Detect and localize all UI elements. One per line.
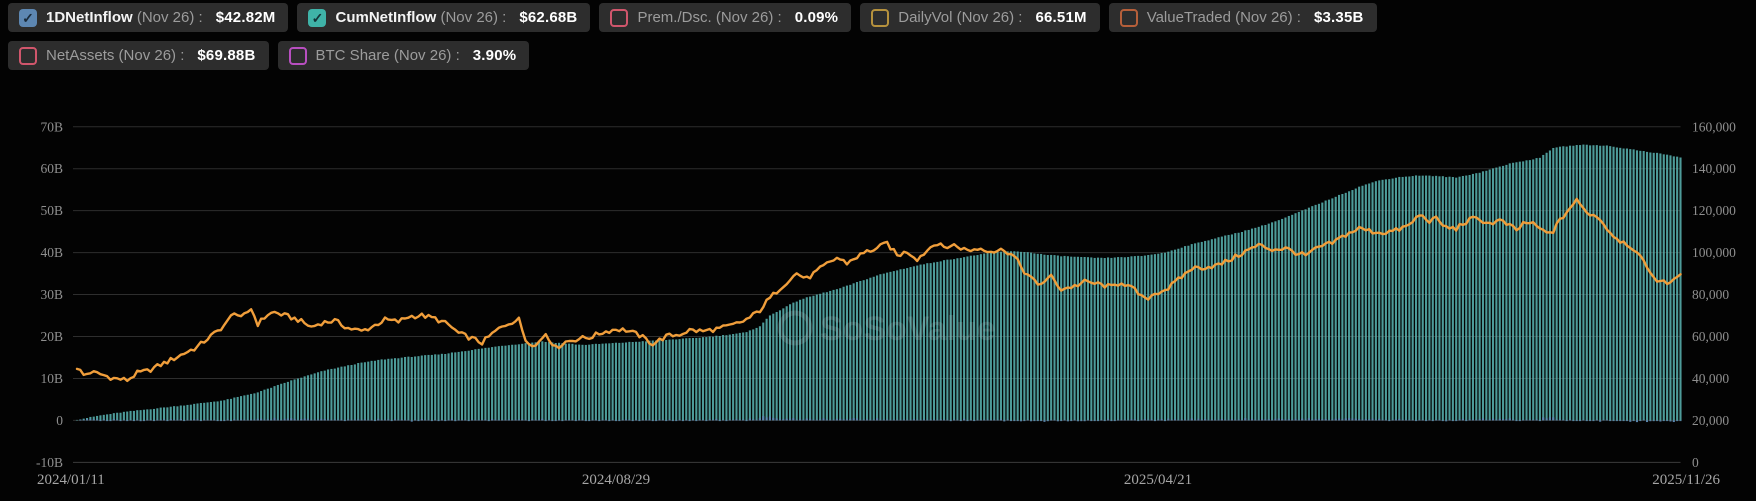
legend-label: NetAssets (Nov 26) :	[46, 47, 184, 64]
y-axis-left-label: 0	[56, 413, 63, 428]
y-axis-left-label: 70B	[40, 119, 63, 134]
y-axis-left-label: 50B	[40, 203, 63, 218]
y-axis-left-label: 20B	[40, 329, 63, 344]
watermark: SoSoValue	[780, 310, 996, 348]
y-axis-right-label: 100,000	[1692, 245, 1736, 260]
svg-text:SoSoValue: SoSoValue	[820, 310, 996, 348]
y-axis-right-label: 20,000	[1692, 413, 1729, 428]
series-name: BTC Share	[316, 47, 390, 64]
legend-row-2: NetAssets (Nov 26) : $69.88B BTC Share (No…	[8, 41, 1377, 70]
y-axis-left-label: -10B	[36, 455, 63, 470]
y-axis-left-label: 40B	[40, 245, 63, 260]
x-axis-date-label: 2024/01/11	[37, 472, 105, 488]
series-value: 0.09%	[795, 9, 839, 26]
y-axis-right-label: 120,000	[1692, 203, 1736, 218]
checkbox-btc-share-unchecked[interactable]	[289, 47, 307, 65]
series-value: $3.35B	[1314, 9, 1364, 26]
legend-bar: ✓ 1DNetInflow (Nov 26) : $42.82M ✓ CumNetInf…	[8, 3, 1377, 79]
series-value: 3.90%	[473, 47, 517, 64]
series-name: Prem./Dsc.	[637, 9, 711, 26]
series-name: NetAssets	[46, 47, 114, 64]
y-axis-right-label: 140,000	[1692, 161, 1736, 176]
checkbox-1d-net-inflow-checked[interactable]: ✓	[19, 9, 37, 27]
y-axis-left-label: 30B	[40, 287, 63, 302]
cum-net-inflow-bars	[76, 145, 1682, 421]
legend-chip-1d-net-inflow[interactable]: ✓ 1DNetInflow (Nov 26) : $42.82M	[8, 3, 288, 32]
series-name: ValueTraded	[1147, 9, 1231, 26]
x-axis-date-label: 2025/11/26	[1652, 472, 1720, 488]
checkbox-prem-dsc-unchecked[interactable]	[610, 9, 628, 27]
y-axis-right-label: 80,000	[1692, 287, 1729, 302]
series-value: 66.51M	[1035, 9, 1086, 26]
series-name: CumNetInflow	[335, 9, 436, 26]
series-value: $69.88B	[197, 47, 255, 64]
y-axis-right-label: 160,000	[1692, 119, 1736, 134]
legend-chip-cum-net-inflow[interactable]: ✓ CumNetInflow (Nov 26) : $62.68B	[297, 3, 590, 32]
series-value: $42.82M	[216, 9, 276, 26]
y-axis-right-label: 0	[1692, 455, 1699, 470]
legend-label: 1DNetInflow (Nov 26) :	[46, 9, 203, 26]
legend-label: CumNetInflow (Nov 26) :	[335, 9, 506, 26]
legend-label: BTC Share (Nov 26) :	[316, 47, 460, 64]
checkbox-daily-vol-unchecked[interactable]	[871, 9, 889, 27]
legend-chip-daily-vol[interactable]: DailyVol (Nov 26) : 66.51M	[860, 3, 1099, 32]
checkbox-net-assets-unchecked[interactable]	[19, 47, 37, 65]
legend-chip-net-assets[interactable]: NetAssets (Nov 26) : $69.88B	[8, 41, 269, 70]
series-name: DailyVol	[898, 9, 952, 26]
y-axis-right-label: 60,000	[1692, 329, 1729, 344]
x-axis-date-label: 2024/08/29	[582, 472, 650, 488]
checkbox-cum-net-inflow-checked[interactable]: ✓	[308, 9, 326, 27]
series-value: $62.68B	[519, 9, 577, 26]
series-name: 1DNetInflow	[46, 9, 133, 26]
legend-label: DailyVol (Nov 26) :	[898, 9, 1022, 26]
legend-chip-btc-share[interactable]: BTC Share (Nov 26) : 3.90%	[278, 41, 530, 70]
y-axis-left-label: 10B	[40, 371, 63, 386]
legend-row-1: ✓ 1DNetInflow (Nov 26) : $42.82M ✓ CumNetInf…	[8, 3, 1377, 32]
legend-label: ValueTraded (Nov 26) :	[1147, 9, 1301, 26]
checkbox-value-traded-unchecked[interactable]	[1120, 9, 1138, 27]
y-axis-left-label: 60B	[40, 161, 63, 176]
y-axis-right-label: 40,000	[1692, 371, 1729, 386]
legend-chip-value-traded[interactable]: ValueTraded (Nov 26) : $3.35B	[1109, 3, 1377, 32]
x-axis-date-label: 2025/04/21	[1124, 472, 1192, 488]
legend-label: Prem./Dsc. (Nov 26) :	[637, 9, 781, 26]
legend-chip-prem-dsc[interactable]: Prem./Dsc. (Nov 26) : 0.09%	[599, 3, 851, 32]
